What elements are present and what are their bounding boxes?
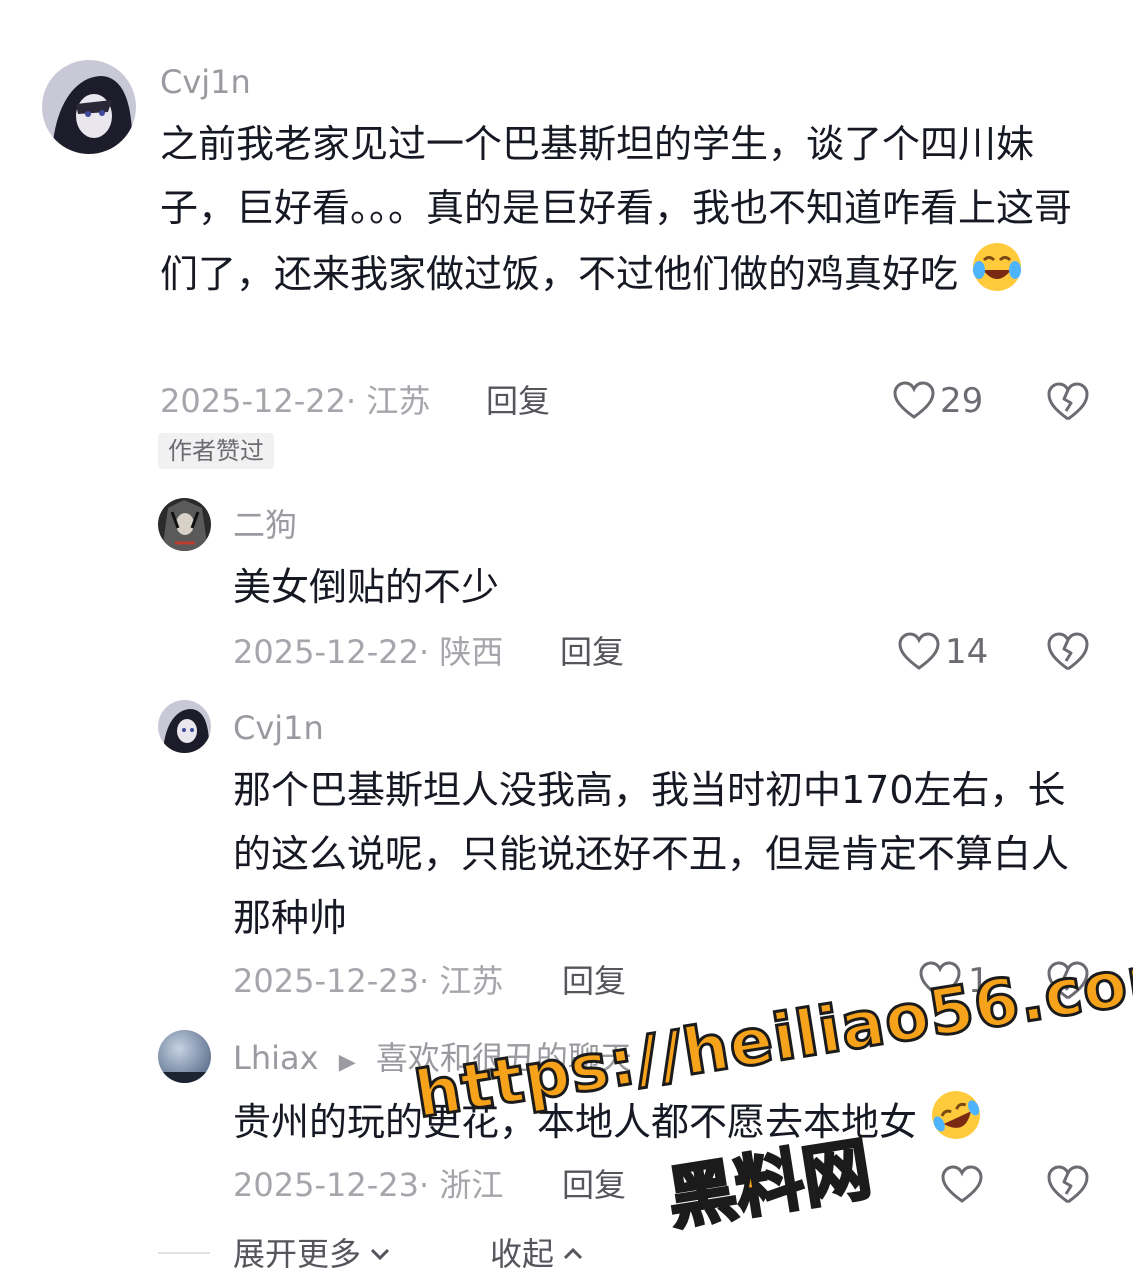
reply-button[interactable]: 回复 (486, 381, 550, 421)
avatar[interactable] (158, 498, 211, 551)
like-count: 29 (940, 381, 984, 421)
crying-laughing-emoji (970, 240, 1024, 313)
meta-separator: · (418, 1166, 440, 1204)
reply-to-username[interactable]: 喜欢和很丑的聊天 (376, 1039, 632, 1077)
reply-text: 美女倒贴的不少 (233, 565, 500, 609)
rofl-emoji (929, 1088, 983, 1161)
reply-meta: 2025-12-22· 陕西 (233, 632, 503, 672)
collapse-button[interactable]: 收起 (490, 1234, 584, 1274)
reply-text-content: 贵州的玩的更花，本地人都不愿去本地女 (233, 1100, 918, 1144)
reply-date: 2025-12-23 (233, 1166, 419, 1204)
broken-heart-icon (1047, 1165, 1089, 1204)
broken-heart-icon (1047, 632, 1089, 671)
comment-location: 江苏 (366, 382, 431, 420)
dislike-button[interactable] (1046, 1164, 1090, 1206)
reply-meta: 2025-12-23· 江苏 (233, 961, 503, 1001)
reply-location: 陕西 (439, 633, 504, 671)
avatar[interactable] (158, 700, 211, 753)
reply-location: 浙江 (439, 1166, 504, 1204)
dislike-button[interactable] (1046, 960, 1090, 1002)
meta-separator: · (418, 962, 440, 1000)
like-button[interactable]: 14 (897, 632, 988, 672)
comment-text-content: 之前我老家见过一个巴基斯坦的学生，谈了个四川妹子，巨好看。。。真的是巨好看，我也… (160, 122, 1073, 296)
reply-date: 2025-12-23 (233, 962, 419, 1000)
like-count: 14 (945, 632, 989, 672)
expand-more-button[interactable]: 展开更多 (233, 1234, 391, 1274)
reply-username-link[interactable]: Lhiax (233, 1039, 319, 1077)
reply-username[interactable]: Cvj1n (233, 708, 324, 748)
reply-username[interactable]: 二狗 (233, 505, 297, 545)
comment-date: 2025-12-22 (160, 382, 346, 420)
comment-meta: 2025-12-22· 江苏 (160, 381, 430, 421)
collapse-label: 收起 (490, 1235, 555, 1273)
comment-text: 之前我老家见过一个巴基斯坦的学生，谈了个四川妹子，巨好看。。。真的是巨好看，我也… (160, 112, 1080, 313)
footer-divider (158, 1252, 210, 1254)
comment-username[interactable]: Cvj1n (160, 62, 251, 102)
heart-icon (893, 381, 935, 419)
dislike-button[interactable] (1046, 631, 1090, 673)
like-button[interactable] (940, 1165, 984, 1205)
reply-date: 2025-12-22 (233, 633, 419, 671)
meta-separator: · (418, 633, 440, 671)
meta-separator: · (345, 382, 367, 420)
chevron-down-icon (370, 1248, 390, 1261)
reply-location: 江苏 (439, 962, 504, 1000)
author-liked-badge: 作者赞过 (158, 433, 274, 469)
chevron-up-icon (563, 1247, 583, 1260)
heart-icon (941, 1165, 983, 1203)
reply-text: 那个巴基斯坦人没我高，我当时初中170左右，长的这么说呢，只能说还好不丑，但是肯… (233, 768, 1070, 940)
reply-username: Lhiax ▶ 喜欢和很丑的聊天 (233, 1038, 632, 1083)
like-button[interactable]: 29 (892, 381, 983, 421)
like-count: 1 (968, 961, 990, 1001)
broken-heart-icon (1047, 382, 1089, 421)
heart-icon (898, 632, 940, 670)
reply-button[interactable]: 回复 (562, 961, 626, 1001)
expand-more-label: 展开更多 (233, 1235, 362, 1273)
like-button[interactable]: 1 (918, 961, 990, 1001)
reply-arrow-icon: ▶ (338, 1050, 356, 1075)
avatar[interactable] (42, 60, 136, 154)
dislike-button[interactable] (1046, 381, 1090, 423)
heart-icon (919, 961, 961, 999)
reply-button[interactable]: 回复 (560, 632, 624, 672)
reply-text: 贵州的玩的更花，本地人都不愿去本地女 (233, 1088, 1093, 1161)
reply-meta: 2025-12-23· 浙江 (233, 1165, 503, 1205)
broken-heart-icon (1047, 961, 1089, 1000)
avatar[interactable] (158, 1030, 211, 1083)
reply-button[interactable]: 回复 (562, 1165, 626, 1205)
